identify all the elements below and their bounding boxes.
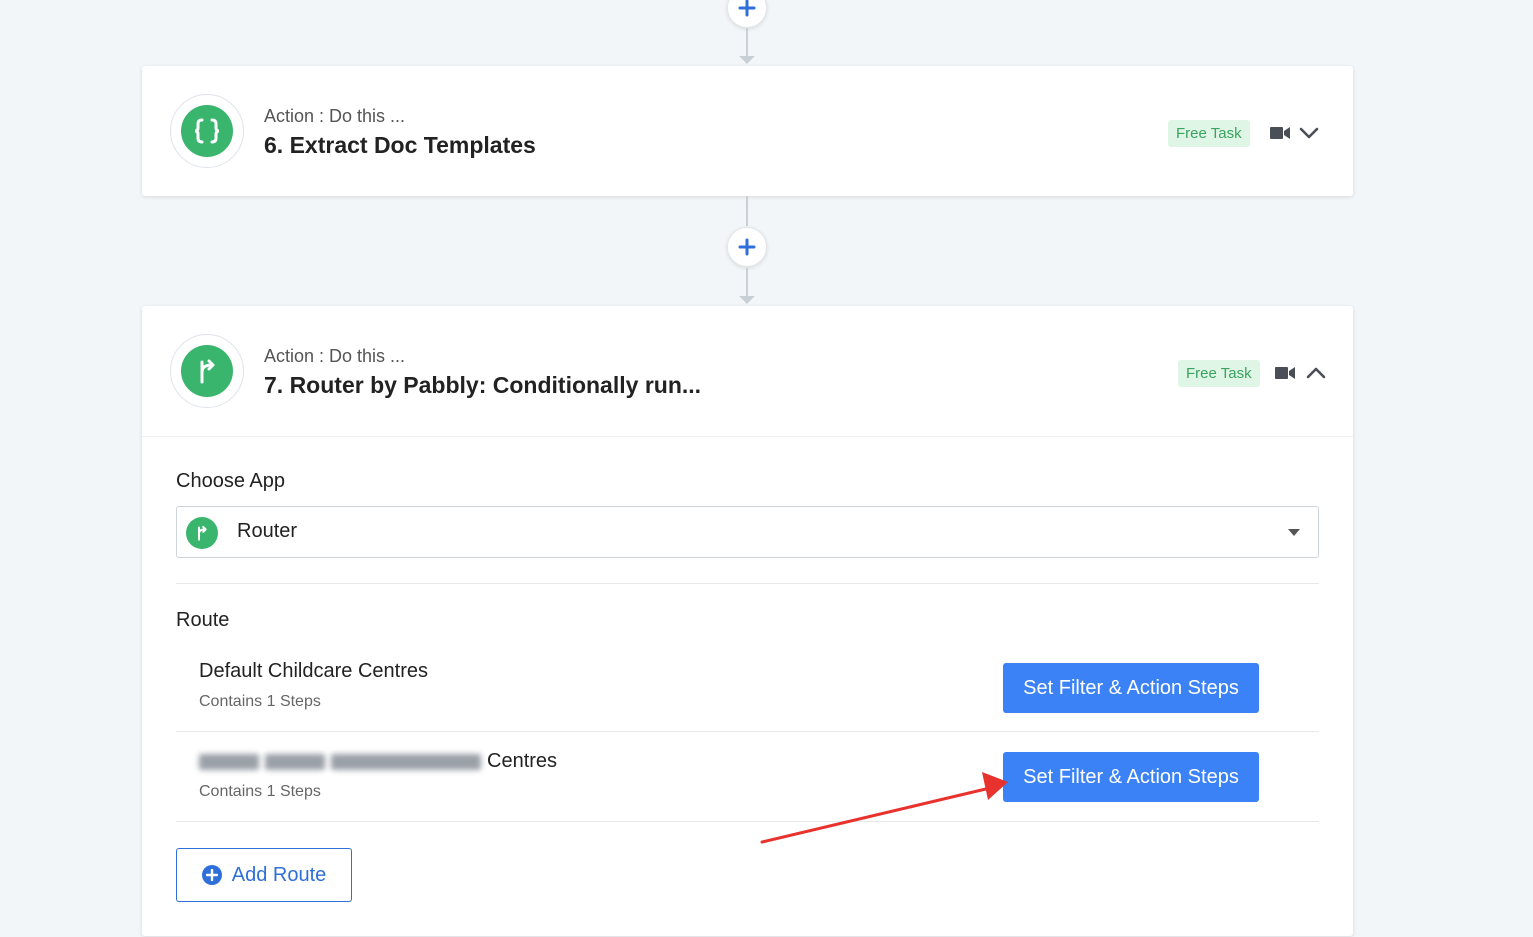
chevron-up-icon[interactable] — [1305, 362, 1327, 384]
divider — [176, 731, 1319, 732]
video-icon[interactable] — [1270, 126, 1290, 140]
connector-line — [746, 28, 748, 56]
step-7-app-icon — [170, 334, 244, 408]
video-icon[interactable] — [1275, 366, 1295, 380]
step-6-card: Action : Do this ... 6. Extract Doc Temp… — [142, 66, 1353, 196]
chevron-down-icon[interactable] — [1298, 122, 1320, 144]
step-7-title: 7. Router by Pabbly: Conditionally run..… — [264, 372, 702, 398]
choose-app-select[interactable]: Router — [176, 506, 1319, 558]
connector-line — [746, 196, 748, 226]
redacted-text — [331, 753, 481, 770]
router-branch-icon — [197, 525, 207, 541]
add-step-button-top[interactable] — [727, 0, 767, 28]
add-route-label: Add Route — [231, 863, 327, 886]
step-6-header[interactable]: Action : Do this ... 6. Extract Doc Temp… — [142, 66, 1353, 196]
set-filter-action-steps-button[interactable]: Set Filter & Action Steps — [1003, 663, 1259, 713]
redacted-text — [199, 753, 259, 770]
divider — [176, 583, 1319, 584]
plus-circle-icon — [201, 865, 222, 885]
redacted-text — [265, 753, 325, 770]
free-task-badge: Free Task — [1168, 120, 1250, 147]
step-7-header[interactable]: Action : Do this ... 7. Router by Pabbly… — [142, 306, 1353, 436]
route-name-redacted-row: Centres — [199, 750, 557, 773]
step-6-app-icon — [170, 94, 244, 168]
connector-arrow — [739, 56, 755, 64]
selected-app-value: Router — [237, 520, 298, 542]
connector-line — [746, 268, 748, 296]
set-filter-action-steps-button[interactable]: Set Filter & Action Steps — [1003, 752, 1259, 802]
step-7-card: Action : Do this ... 7. Router by Pabbly… — [142, 306, 1353, 936]
step-6-action-label: Action : Do this ... — [264, 106, 406, 126]
route-steps-count: Contains 1 Steps — [199, 693, 321, 710]
add-step-button[interactable] — [727, 227, 767, 267]
connector-arrow — [739, 296, 755, 304]
plus-icon — [738, 238, 756, 256]
router-app-icon — [186, 517, 218, 549]
step-6-title: 6. Extract Doc Templates — [264, 132, 536, 158]
free-task-badge: Free Task — [1178, 360, 1260, 387]
route-name: Centres — [487, 750, 558, 772]
add-route-button[interactable]: Add Route — [176, 848, 352, 902]
caret-down-icon — [1288, 529, 1300, 536]
route-name: Default Childcare Centres — [199, 660, 428, 682]
curly-braces-icon — [194, 118, 220, 144]
step-7-action-label: Action : Do this ... — [264, 346, 406, 366]
route-section-label: Route — [176, 609, 230, 631]
divider — [176, 821, 1319, 822]
step-7-body: Choose App Router Route Default Childcar… — [142, 436, 1353, 937]
router-branch-icon — [200, 359, 215, 384]
route-steps-count: Contains 1 Steps — [199, 783, 321, 800]
choose-app-label: Choose App — [176, 470, 285, 492]
plus-icon — [738, 0, 756, 17]
